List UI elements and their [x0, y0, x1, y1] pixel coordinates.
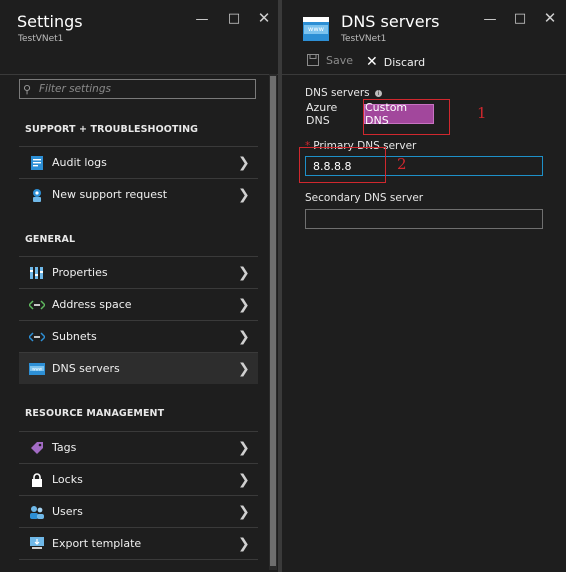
subnets-icon — [28, 329, 46, 345]
menu-item-label: Properties — [52, 266, 108, 279]
dns-icon-text: www — [308, 25, 324, 33]
chevron-right-icon: ❯ — [238, 296, 250, 313]
menu-item-tags[interactable]: Tags ❯ — [19, 431, 258, 463]
annotation-box-2 — [299, 147, 386, 183]
discard-button[interactable]: ✕ Discard — [366, 54, 425, 70]
menu-item-audit-logs[interactable]: Audit logs ❯ — [19, 146, 258, 178]
section-title-general: GENERAL — [25, 234, 76, 245]
menu-item-subnets[interactable]: Subnets ❯ — [19, 320, 258, 352]
menu-item-label: Tags — [52, 441, 77, 454]
dns-servers-blade: www DNS servers TestVNet1 — □ ✕ Save ✕ D… — [282, 0, 566, 572]
menu-item-export-template[interactable]: Export template ❯ — [19, 527, 258, 560]
info-icon[interactable]: i — [375, 89, 382, 97]
save-label: Save — [326, 54, 354, 67]
menu-item-locks[interactable]: Locks ❯ — [19, 463, 258, 495]
menu-item-users[interactable]: Users ❯ — [19, 495, 258, 527]
svg-text:www: www — [32, 366, 43, 371]
secondary-dns-input[interactable] — [305, 209, 543, 229]
blade-subtitle: TestVNet1 — [18, 34, 64, 44]
chevron-right-icon: ❯ — [238, 360, 250, 377]
annotation-label-1: 1 — [477, 104, 487, 122]
dns-servers-label: DNS servers i — [305, 87, 382, 99]
chevron-right-icon: ❯ — [238, 471, 250, 488]
annotation-box-1 — [363, 99, 450, 135]
chevron-right-icon: ❯ — [238, 154, 250, 171]
menu-item-label: Subnets — [52, 330, 97, 343]
maximize-icon[interactable]: □ — [227, 12, 241, 26]
blade-subtitle: TestVNet1 — [341, 34, 387, 44]
minimize-icon[interactable]: — — [195, 13, 209, 27]
support-icon — [28, 187, 46, 203]
settings-blade: Settings TestVNet1 — □ ✕ ⚲ Filter settin… — [0, 0, 278, 572]
discard-icon: ✕ — [366, 54, 378, 70]
header-divider — [0, 74, 278, 75]
menu-item-label: New support request — [52, 188, 168, 201]
dns-servers-icon: www — [303, 17, 329, 41]
search-icon: ⚲ — [23, 82, 32, 96]
minimize-icon[interactable]: — — [483, 13, 497, 27]
filter-settings-input[interactable]: ⚲ Filter settings — [19, 79, 256, 99]
lock-icon — [28, 472, 46, 488]
menu-item-label: Address space — [52, 298, 132, 311]
close-icon[interactable]: ✕ — [257, 11, 271, 26]
option-azure-dns[interactable]: Azure DNS — [305, 101, 363, 127]
annotation-label-2: 2 — [397, 155, 407, 173]
section-title-support: SUPPORT + TROUBLESHOOTING — [25, 124, 199, 135]
search-placeholder: Filter settings — [39, 83, 111, 95]
chevron-right-icon: ❯ — [238, 328, 250, 345]
discard-label: Discard — [383, 55, 426, 69]
close-icon[interactable]: ✕ — [543, 11, 557, 26]
chevron-right-icon: ❯ — [238, 503, 250, 520]
save-icon — [307, 54, 320, 67]
menu-item-properties[interactable]: Properties ❯ — [19, 256, 258, 288]
chevron-right-icon: ❯ — [238, 439, 250, 456]
audit-logs-icon — [28, 155, 46, 171]
tag-icon — [28, 440, 46, 456]
maximize-icon[interactable]: □ — [513, 12, 527, 26]
menu-item-label: DNS servers — [52, 362, 120, 375]
menu-item-dns-servers[interactable]: www DNS servers ❯ — [19, 352, 258, 384]
menu-item-label: Audit logs — [52, 156, 107, 169]
secondary-dns-label: Secondary DNS server — [305, 192, 424, 204]
blade-title: Settings — [17, 12, 83, 31]
scrollbar[interactable] — [269, 74, 277, 570]
section-title-resource-management: RESOURCE MANAGEMENT — [25, 408, 165, 419]
save-button[interactable]: Save — [307, 54, 353, 67]
scrollbar-thumb[interactable] — [270, 76, 276, 566]
properties-icon — [28, 265, 46, 281]
chevron-right-icon: ❯ — [238, 535, 250, 552]
menu-item-label: Users — [52, 505, 83, 518]
address-space-icon — [28, 297, 46, 313]
export-template-icon — [28, 536, 46, 552]
chevron-right-icon: ❯ — [238, 186, 250, 203]
menu-item-address-space[interactable]: Address space ❯ — [19, 288, 258, 320]
menu-item-new-support-request[interactable]: New support request ❯ — [19, 178, 258, 210]
menu-item-label: Export template — [52, 537, 142, 550]
users-icon — [28, 504, 46, 520]
menu-item-label: Locks — [52, 473, 83, 486]
chevron-right-icon: ❯ — [238, 264, 250, 281]
dns-servers-icon: www — [28, 361, 46, 377]
blade-title: DNS servers — [341, 12, 440, 31]
header-divider — [282, 74, 566, 75]
